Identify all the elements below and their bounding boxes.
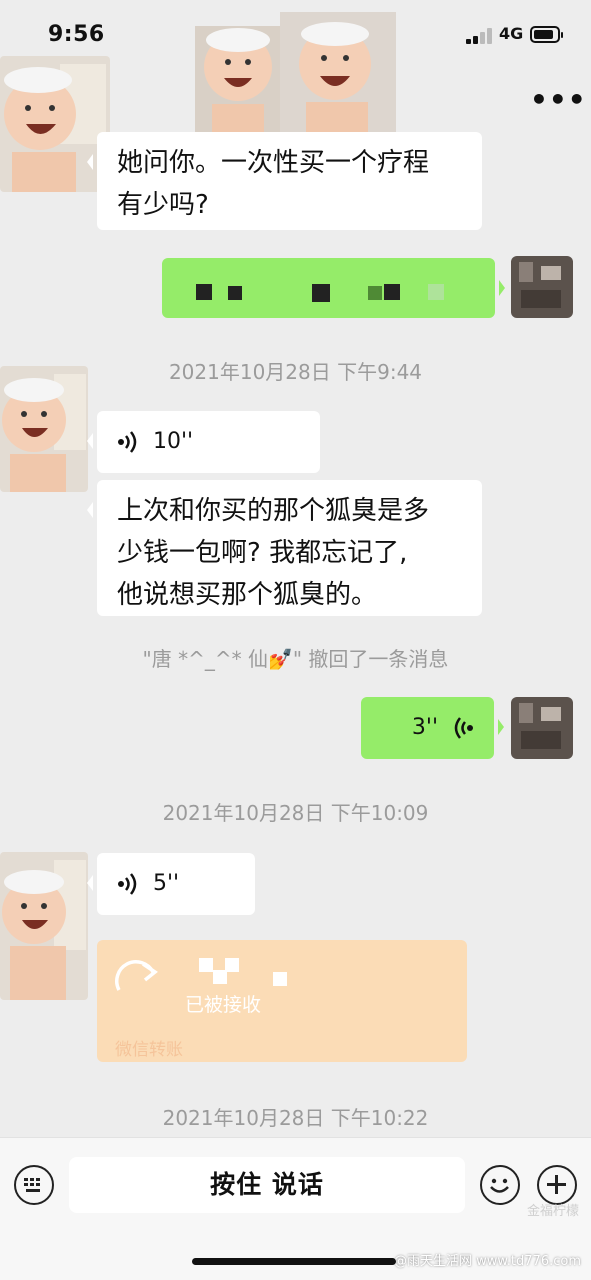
transfer-arrow-icon [115, 960, 158, 991]
message-text: 上次和你买的那个狐臭是多 [117, 496, 430, 526]
self-avatar[interactable] [511, 697, 573, 759]
timestamp: 2021年10月28日 下午9:44 [168, 360, 423, 384]
contact-avatar[interactable] [0, 852, 88, 1000]
keyboard-button[interactable] [14, 1165, 54, 1205]
voice-duration: 10'' [153, 429, 194, 454]
home-indicator[interactable] [192, 1258, 396, 1265]
transfer-footer: 微信转账 [115, 1040, 183, 1060]
self-avatar[interactable] [511, 256, 573, 318]
contact-avatar[interactable] [0, 56, 110, 192]
network-label: 4G [499, 24, 524, 43]
plus-button[interactable] [537, 1165, 577, 1205]
censored-text [196, 284, 444, 302]
status-time: 9:56 [48, 22, 105, 47]
message-bubble[interactable]: 上次和你买的那个狐臭是多 少钱一包啊? 我都忘记了, 他说想买那个狐臭的。 [87, 480, 482, 616]
censored-amount [199, 958, 287, 986]
voice-message-bubble[interactable]: 10'' [87, 411, 320, 473]
transfer-card[interactable]: 已被接收 微信转账 [97, 940, 467, 1062]
contact-avatar[interactable] [0, 366, 88, 492]
message-text: 他说想买那个狐臭的。 [117, 580, 378, 610]
self-message-bubble[interactable] [162, 258, 505, 318]
voice-wave-icon [454, 717, 473, 739]
voice-duration: 5'' [153, 871, 180, 896]
voice-wave-icon [118, 873, 137, 895]
battery-icon [530, 26, 563, 43]
signal-icon [466, 28, 494, 44]
voice-duration: 3'' [411, 715, 438, 740]
message-bubble[interactable]: 她问你。一次性买一个疗程 有少吗? [87, 132, 482, 230]
voice-message-bubble[interactable]: 5'' [87, 853, 255, 915]
transfer-status: 已被接收 [185, 994, 262, 1016]
message-text: 少钱一包啊? 我都忘记了, [117, 538, 408, 568]
timestamp: 2021年10月28日 下午10:09 [162, 801, 429, 825]
keyboard-icon [24, 1178, 40, 1192]
plus-icon [547, 1175, 566, 1194]
emoji-icon [490, 1178, 509, 1193]
self-voice-message-bubble[interactable]: 3'' [361, 697, 504, 759]
header-sticker [190, 12, 400, 137]
emoji-button[interactable] [480, 1165, 520, 1205]
timestamp: 2021年10月28日 下午10:22 [162, 1106, 429, 1130]
battery-fill [534, 30, 553, 39]
message-text: 有少吗? [117, 190, 209, 220]
watermark: 金福柠檬 [526, 1204, 579, 1219]
more-options-button[interactable]: ••• [530, 86, 587, 114]
more-dots-icon: ••• [530, 83, 587, 116]
recall-notice: "唐 *^_^* 仙💅" 撤回了一条消息 [142, 647, 449, 671]
voice-wave-icon [118, 431, 137, 453]
message-text: 她问你。一次性买一个疗程 [117, 148, 430, 178]
